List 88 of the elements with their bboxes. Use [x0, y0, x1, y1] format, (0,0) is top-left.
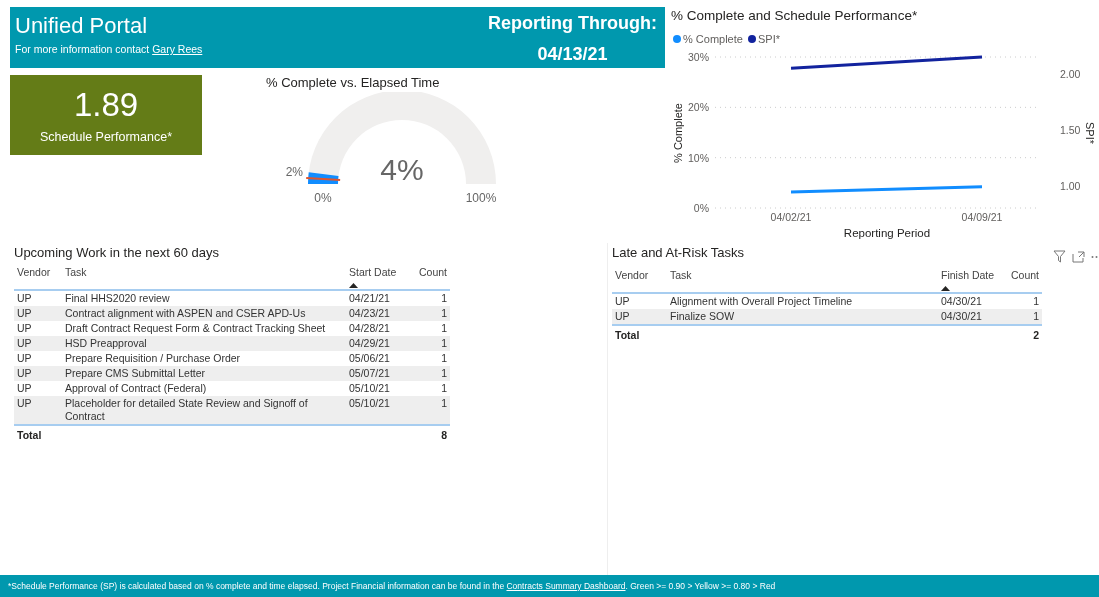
table-cell: 1	[441, 307, 447, 319]
table-cell: Placeholder for detailed State Review and Signoff of Contract	[65, 397, 308, 422]
focus-mode-icon[interactable]	[1072, 250, 1085, 263]
legend-dot-icon	[673, 35, 681, 43]
y-tick-label: 30%	[688, 51, 709, 63]
legend-label: SPI*	[758, 33, 780, 45]
table-cell: 04/21/21	[349, 292, 390, 304]
total-label: Total	[615, 329, 640, 341]
footnote-text: *Schedule Performance (SP) is calculated based on % complete and time elapsed. Project Financial information can be found in the Contracts Summary Dashboard. Green >= 0.90 > Yellow >= 0.80 > Red	[8, 581, 776, 591]
y2-tick-label: 1.50	[1060, 123, 1081, 136]
table-cell: 1	[1033, 310, 1039, 322]
table-cell: UP	[17, 367, 32, 379]
table-cell: Prepare CMS Submittal Letter	[65, 367, 206, 379]
y2-tick-label: 2.00	[1060, 67, 1081, 80]
gauge-title: % Complete vs. Elapsed Time	[266, 75, 441, 90]
contact-text: For more information contact Gary Rees	[15, 43, 203, 55]
chart-title: % Complete and Schedule Performance*	[671, 8, 918, 23]
table-cell: 1	[441, 382, 447, 394]
table-cell: 1	[441, 367, 447, 379]
table-title: Late and At-Risk Tasks	[612, 245, 744, 260]
more-options-icon[interactable]	[1091, 254, 1099, 259]
table-cell: 1	[1033, 295, 1039, 307]
x-tick-label: 04/02/21	[770, 211, 812, 223]
column-header[interactable]: Vendor	[615, 269, 649, 281]
table-cell: 04/30/21	[941, 295, 982, 307]
total-value: 2	[1033, 329, 1039, 341]
gauge-max-label: 100%	[465, 191, 497, 205]
y2-axis-title: SPI*	[1084, 122, 1096, 144]
y-tick-label: 20%	[688, 101, 709, 114]
reporting-label: Reporting Through:	[488, 13, 657, 34]
target-marker	[305, 176, 342, 182]
table-cell: 1	[441, 397, 447, 409]
total-label: Total	[17, 429, 42, 441]
x-axis-title: Reporting Period	[843, 227, 931, 239]
gauge-fill	[308, 172, 339, 184]
y2-tick-label: 1.00	[1060, 179, 1081, 192]
column-header[interactable]: Start Date	[349, 266, 397, 278]
table-cell: UP	[17, 307, 32, 319]
table-cell: 04/29/21	[349, 337, 390, 349]
x-tick-label: 04/09/21	[961, 211, 1003, 223]
table-cell: 1	[441, 352, 447, 364]
table-cell: 05/10/21	[349, 397, 390, 409]
column-header[interactable]: Task	[670, 269, 692, 281]
table-cell: UP	[615, 295, 630, 307]
kpi-label: Schedule Performance*	[40, 130, 172, 144]
column-header[interactable]: Finish Date	[941, 269, 995, 281]
table-cell: UP	[17, 322, 32, 334]
table-cell: 04/30/21	[941, 310, 982, 322]
column-header[interactable]: Vendor	[17, 266, 51, 278]
table-cell: 1	[441, 337, 447, 349]
filter-icon[interactable]	[1053, 250, 1066, 263]
table-cell: UP	[17, 352, 32, 364]
table-cell: 05/06/21	[349, 352, 390, 364]
table-cell: 1	[441, 322, 447, 334]
table-cell: 05/07/21	[349, 367, 390, 379]
column-header[interactable]: Count	[418, 266, 447, 278]
table-cell: Approval of Contract (Federal)	[65, 382, 207, 394]
column-header[interactable]: Count	[1010, 269, 1039, 281]
table-cell: UP	[17, 337, 32, 349]
table-cell: 05/10/21	[349, 382, 390, 394]
table-cell: Final HHS2020 review	[65, 292, 170, 304]
table-cell: 04/23/21	[349, 307, 390, 319]
column-header[interactable]: Task	[65, 266, 87, 278]
table-cell: Alignment with Overall Project Timeline	[670, 295, 853, 307]
y-tick-label: 10%	[688, 151, 709, 164]
legend-label: % Complete	[683, 33, 743, 45]
table-cell: 1	[441, 292, 447, 304]
kpi-value: 1.89	[73, 86, 139, 124]
total-value: 8	[441, 429, 447, 441]
table-cell: Draft Contract Request Form & Contract Tracking Sheet	[65, 322, 326, 334]
gauge-min-label: 0%	[314, 191, 332, 205]
table-cell: 04/28/21	[349, 322, 390, 334]
table-title: Upcoming Work in the next 60 days	[14, 245, 220, 260]
gauge-value: 4%	[380, 153, 424, 186]
table-cell: Finalize SOW	[670, 310, 735, 322]
report-title: Unified Portal	[15, 13, 149, 39]
table-cell: Prepare Requisition / Purchase Order	[65, 352, 241, 364]
y-tick-label: 0%	[693, 202, 709, 214]
reporting-date: 04/13/21	[536, 44, 609, 65]
table-cell: Contract alignment with ASPEN and CSER APD-Us	[65, 307, 306, 319]
table-cell: HSD Preapproval	[65, 337, 147, 349]
legend-dot-icon	[748, 35, 756, 43]
table-cell: UP	[17, 397, 32, 409]
table-cell: UP	[17, 292, 32, 304]
table-cell: UP	[615, 310, 630, 322]
y-axis-title: % Complete	[672, 103, 684, 163]
table-cell: UP	[17, 382, 32, 394]
target-label: 2%	[285, 165, 303, 179]
